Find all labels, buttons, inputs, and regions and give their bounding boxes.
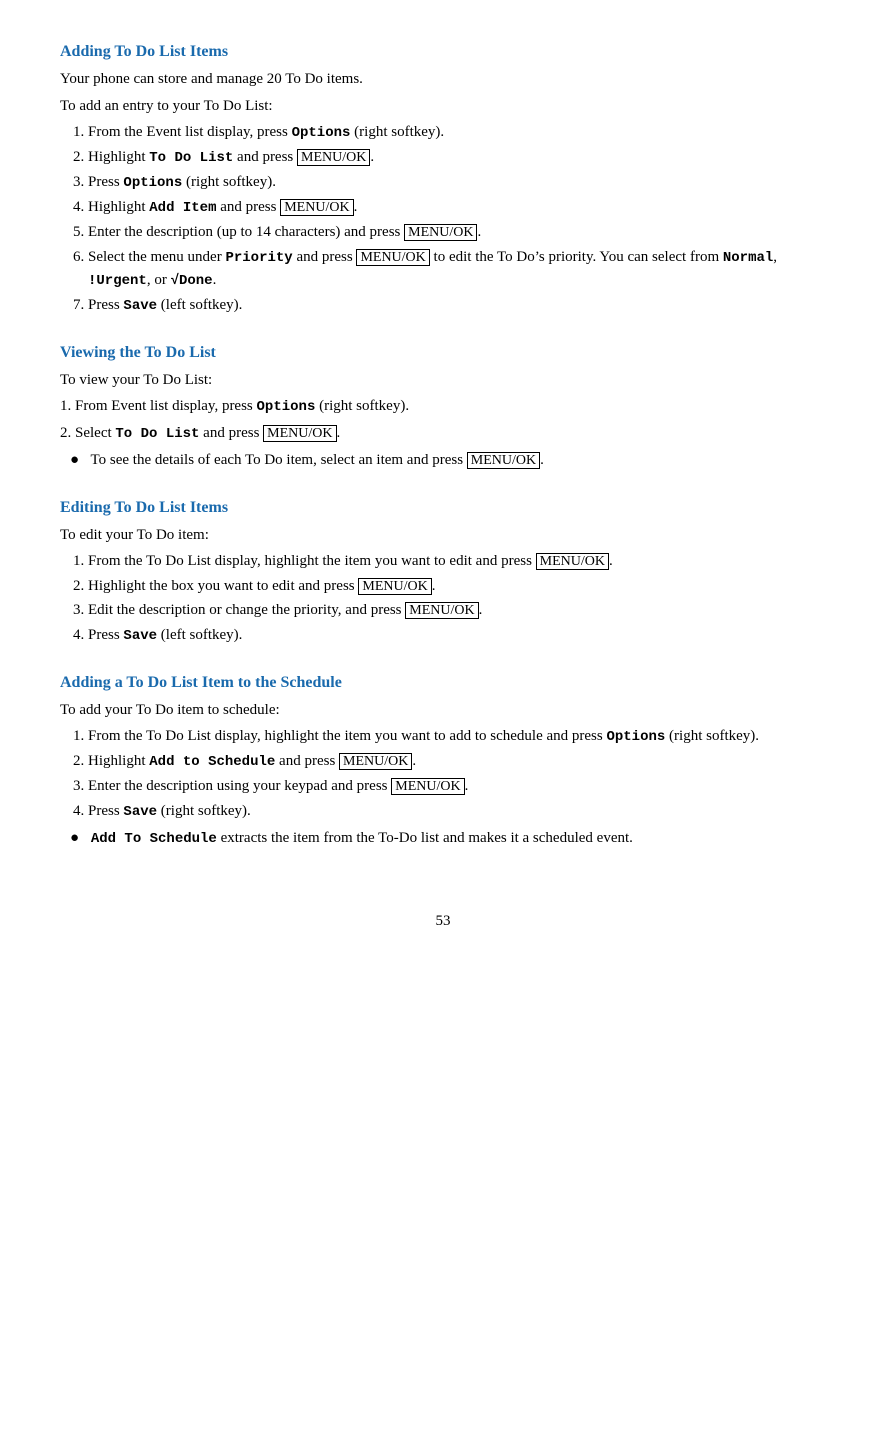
keyword-add-to-schedule: Add To Schedule [91,831,217,847]
list-item: Press Options (right softkey). [88,171,826,194]
keyword-todo-list: To Do List [115,426,199,442]
keyword-options: Options [123,175,182,191]
key-menu-ok: MENU/OK [358,578,431,595]
viewing-bullets: To see the details of each To Do item, s… [70,449,826,472]
list-item: From the Event list display, press Optio… [88,121,826,144]
keyword-add-item: Add Item [149,200,216,216]
key-menu-ok: MENU/OK [536,553,609,570]
list-item: From the To Do List display, highlight t… [88,550,826,573]
keyword-options: Options [606,729,665,745]
keyword-options: Options [292,125,351,141]
key-menu-ok: MENU/OK [356,249,429,266]
heading-editing-todo: Editing To Do List Items [60,496,826,520]
list-item: To see the details of each To Do item, s… [70,449,826,472]
list-item: From the To Do List display, highlight t… [88,725,826,748]
key-menu-ok: MENU/OK [280,199,353,216]
list-item: Press Save (left softkey). [88,624,826,647]
list-item: Add To Schedule extracts the item from t… [70,827,826,850]
list-item: Enter the description using your keypad … [88,775,826,798]
section-adding-todo: Adding To Do List Items Your phone can s… [60,40,826,317]
key-menu-ok: MENU/OK [297,149,370,166]
heading-adding-schedule: Adding a To Do List Item to the Schedule [60,671,826,695]
keyword-save: Save [123,804,157,820]
section-editing-todo: Editing To Do List Items To edit your To… [60,496,826,647]
heading-viewing-todo: Viewing the To Do List [60,341,826,365]
section-adding-schedule: Adding a To Do List Item to the Schedule… [60,671,826,850]
list-item: Highlight Add to Schedule and press MENU… [88,750,826,773]
keyword-done: √Done [171,273,213,289]
list-item: Edit the description or change the prior… [88,599,826,622]
list-item: Enter the description (up to 14 characte… [88,221,826,244]
list-item: Highlight the box you want to edit and p… [88,575,826,598]
list-item: Highlight Add Item and press MENU/OK. [88,196,826,219]
keyword-priority: Priority [225,250,292,266]
key-menu-ok: MENU/OK [404,224,477,241]
keyword-normal: Normal [723,250,773,266]
section-viewing-todo: Viewing the To Do List To view your To D… [60,341,826,472]
editing-todo-steps: From the To Do List display, highlight t… [88,550,826,647]
key-menu-ok: MENU/OK [263,425,336,442]
viewing-intro: To view your To Do List: [60,369,826,392]
keyword-add-to-schedule: Add to Schedule [149,754,275,770]
adding-todo-steps: From the Event list display, press Optio… [88,121,826,317]
key-menu-ok: MENU/OK [391,778,464,795]
viewing-step-1: 1. From Event list display, press Option… [60,395,826,418]
intro-line-2: To add an entry to your To Do List: [60,95,826,118]
page-number: 53 [60,910,826,933]
keyword-options: Options [257,399,316,415]
editing-intro: To edit your To Do item: [60,524,826,547]
keyword-save: Save [123,628,157,644]
list-item: Press Save (right softkey). [88,800,826,823]
page-content: Adding To Do List Items Your phone can s… [60,40,826,932]
schedule-intro: To add your To Do item to schedule: [60,699,826,722]
key-menu-ok: MENU/OK [339,753,412,770]
list-item: Press Save (left softkey). [88,294,826,317]
schedule-bullets: Add To Schedule extracts the item from t… [70,827,826,850]
heading-adding-todo: Adding To Do List Items [60,40,826,64]
viewing-step-2: 2. Select To Do List and press MENU/OK. [60,422,826,445]
adding-schedule-steps: From the To Do List display, highlight t… [88,725,826,823]
list-item: Select the menu under Priority and press… [88,246,826,292]
intro-line-1: Your phone can store and manage 20 To Do… [60,68,826,91]
keyword-save: Save [123,298,157,314]
key-menu-ok: MENU/OK [405,602,478,619]
list-item: Highlight To Do List and press MENU/OK. [88,146,826,169]
keyword-urgent: !Urgent [88,273,147,289]
key-menu-ok: MENU/OK [467,452,540,469]
keyword-todo-list: To Do List [149,150,233,166]
